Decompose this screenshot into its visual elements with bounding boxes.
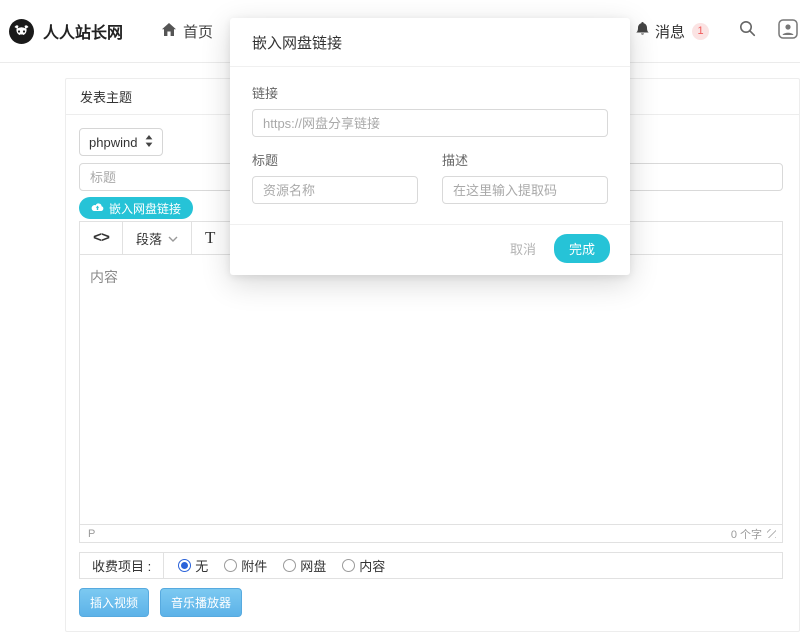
nav-item-home[interactable]: 首页	[161, 21, 213, 42]
text-format-button[interactable]: T	[192, 222, 228, 254]
word-count: 0 个字	[731, 526, 762, 542]
brand-name: 人人站长网	[43, 19, 123, 43]
fee-settings-row: 收费项目 : 无 附件 网盘 内容	[79, 552, 783, 579]
editor-content[interactable]: 内容	[80, 255, 782, 524]
modal-body: 链接 标题 描述	[230, 67, 630, 224]
link-field-label: 链接	[252, 83, 608, 102]
brand[interactable]: 人人站长网	[8, 18, 123, 45]
bottom-buttons: 插入视频 音乐播放器	[79, 588, 783, 617]
search-icon	[739, 20, 756, 42]
code-icon: <>	[93, 230, 109, 247]
insert-video-button[interactable]: 插入视频	[79, 588, 149, 617]
cloud-upload-icon	[91, 201, 104, 215]
modal-field-row: 标题 描述	[252, 150, 608, 204]
embed-netdisk-modal: 嵌入网盘链接 链接 标题 描述 取消 完成	[230, 18, 630, 275]
extract-code-input[interactable]	[442, 176, 608, 204]
radio-checked-icon	[178, 559, 191, 572]
music-player-button[interactable]: 音乐播放器	[160, 588, 242, 617]
category-select[interactable]: phpwind	[79, 128, 163, 156]
resource-title-input[interactable]	[252, 176, 418, 204]
paragraph-format-dropdown[interactable]: 段落	[123, 222, 191, 254]
select-arrows-icon	[145, 135, 153, 150]
cancel-button[interactable]: 取消	[510, 239, 536, 258]
logo-icon	[8, 18, 35, 45]
fee-option-label: 附件	[241, 556, 267, 575]
fee-label: 收费项目 :	[80, 553, 164, 578]
account-button[interactable]	[778, 19, 798, 44]
fee-option-label: 内容	[359, 556, 385, 575]
fee-radio-none[interactable]: 无	[178, 556, 208, 575]
nav-item-label: 首页	[183, 21, 213, 42]
modal-footer: 取消 完成	[230, 224, 630, 275]
home-icon	[161, 22, 177, 41]
fee-radio-attachment[interactable]: 附件	[224, 556, 267, 575]
link-input[interactable]	[252, 109, 608, 137]
fee-radio-content[interactable]: 内容	[342, 556, 385, 575]
search-button[interactable]	[739, 20, 756, 42]
radio-icon	[342, 559, 355, 572]
desc-field-label: 描述	[442, 150, 608, 169]
title-field-label: 标题	[252, 150, 418, 169]
editor-status-bar: P 0 个字	[80, 524, 782, 542]
fee-radio-netdisk[interactable]: 网盘	[283, 556, 326, 575]
fee-options: 无 附件 网盘 内容	[164, 553, 399, 578]
messages-button[interactable]: 消息 1	[635, 21, 709, 42]
status-block-type: P	[88, 528, 95, 540]
bell-icon	[635, 21, 650, 41]
chevron-down-icon	[168, 229, 178, 247]
radio-icon	[224, 559, 237, 572]
paragraph-label: 段落	[136, 229, 162, 248]
modal-title: 嵌入网盘链接	[230, 18, 630, 67]
radio-icon	[283, 559, 296, 572]
code-view-button[interactable]: <>	[80, 222, 122, 254]
embed-netdisk-button[interactable]: 嵌入网盘链接	[79, 197, 193, 219]
text-format-icon: T	[205, 228, 215, 248]
messages-badge: 1	[692, 23, 709, 40]
account-icon	[778, 19, 798, 44]
resize-grip[interactable]	[767, 529, 776, 538]
category-select-value: phpwind	[89, 135, 137, 150]
confirm-button[interactable]: 完成	[554, 234, 610, 263]
fee-option-label: 网盘	[300, 556, 326, 575]
messages-label: 消息	[655, 21, 685, 42]
embed-netdisk-label: 嵌入网盘链接	[109, 200, 181, 217]
fee-option-label: 无	[195, 556, 208, 575]
